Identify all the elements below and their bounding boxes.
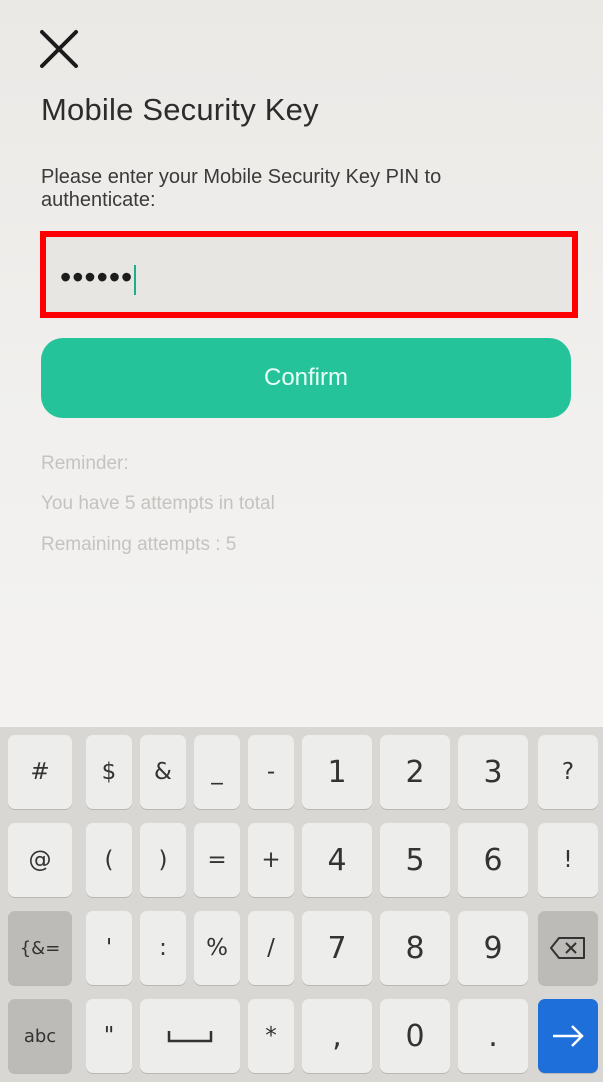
key-slash[interactable]: / [248,911,294,985]
backspace-key[interactable] [538,911,598,985]
pin-input-value: •••••• [60,259,134,295]
key-hyphen[interactable]: - [248,735,294,809]
key-abc[interactable]: abc [8,999,72,1073]
key-double-quote[interactable]: " [86,999,132,1073]
key-right-paren[interactable]: ) [140,823,186,897]
key-5[interactable]: 5 [380,823,450,897]
key-underscore[interactable]: _ [194,735,240,809]
space-key[interactable] [140,999,240,1073]
key-0[interactable]: 0 [380,999,450,1073]
enter-key[interactable] [538,999,598,1073]
key-period[interactable]: . [458,999,528,1073]
key-8[interactable]: 8 [380,911,450,985]
key-ampersand[interactable]: & [140,735,186,809]
key-6[interactable]: 6 [458,823,528,897]
reminder-heading: Reminder: [41,453,129,474]
attempts-total-text: You have 5 attempts in total [41,493,275,514]
close-icon[interactable] [36,26,82,72]
key-left-paren[interactable]: ( [86,823,132,897]
key-more-symbols[interactable]: {&= [8,911,72,985]
key-asterisk[interactable]: * [248,999,294,1073]
pin-instruction: Please enter your Mobile Security Key PI… [41,166,442,211]
attempts-remaining-text: Remaining attempts : 5 [41,534,237,555]
key-colon[interactable]: : [140,911,186,985]
page-title: Mobile Security Key [41,92,319,127]
pin-input-highlight[interactable]: •••••• [40,231,578,318]
key-percent[interactable]: % [194,911,240,985]
key-1[interactable]: 1 [302,735,372,809]
arrow-right-icon [553,1025,584,1047]
key-exclamation[interactable]: ! [538,823,598,897]
key-at[interactable]: @ [8,823,72,897]
key-comma[interactable]: , [302,999,372,1073]
key-hash[interactable]: # [8,735,72,809]
auth-screen: Mobile Security Key Please enter your Mo… [0,0,603,1082]
space-bar-icon [167,1031,213,1043]
key-9[interactable]: 9 [458,911,528,985]
key-apostrophe[interactable]: ' [86,911,132,985]
key-4[interactable]: 4 [302,823,372,897]
key-7[interactable]: 7 [302,911,372,985]
key-plus[interactable]: + [248,823,294,897]
symbol-keyboard: # $ & _ - 1 2 3 ? @ ( ) = + 4 5 6 ! {&= … [0,727,603,1082]
pin-input[interactable]: •••••• [60,259,137,295]
key-question[interactable]: ? [538,735,598,809]
confirm-button[interactable]: Confirm [41,338,571,418]
key-2[interactable]: 2 [380,735,450,809]
text-caret [134,264,137,295]
backspace-icon [550,937,585,959]
key-dollar[interactable]: $ [86,735,132,809]
key-equals[interactable]: = [194,823,240,897]
key-3[interactable]: 3 [458,735,528,809]
